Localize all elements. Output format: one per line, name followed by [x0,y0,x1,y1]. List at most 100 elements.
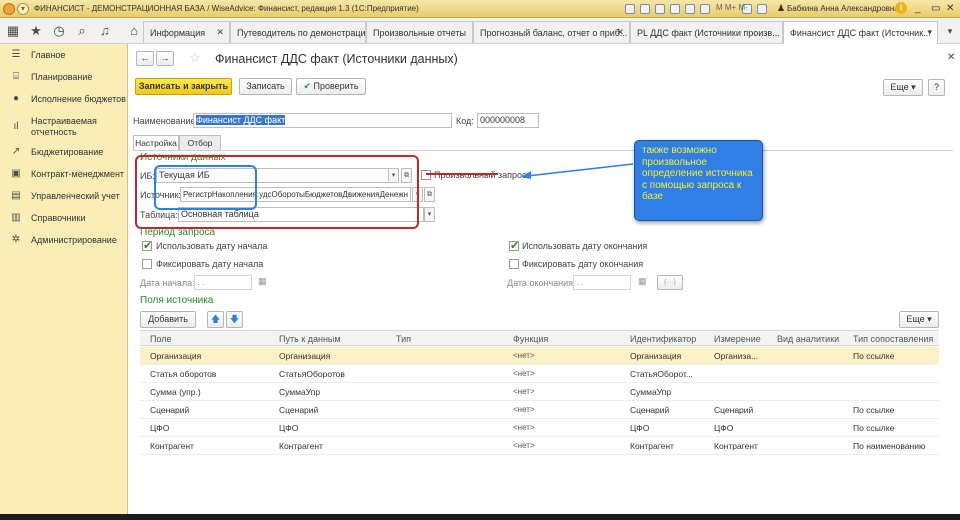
source-open-icon[interactable]: ⧉ [424,187,435,202]
table-icon[interactable] [700,4,710,14]
memory-buttons[interactable]: M M+ M- [716,3,748,12]
check-button[interactable]: ✔ Проверить [296,78,366,95]
table-cell[interactable]: ЦФО [150,423,270,433]
tabs-dropdown-icon[interactable]: ▾ [940,22,960,40]
table-cell[interactable]: Организа... [714,351,774,361]
link-icon[interactable] [670,4,680,14]
star-icon[interactable] [685,4,695,14]
user-name[interactable]: Бабкина Анна Александровна [787,4,899,13]
column-header[interactable]: Измерение [714,334,761,344]
table-row[interactable]: Сумма (упр.) СуммаУпр <нет> СуммаУпр [140,383,939,401]
tab-info[interactable]: Информация ✕ [143,21,230,43]
table-cell[interactable]: Контрагент [279,441,389,451]
more-button[interactable]: Еще ▾ [883,79,923,96]
mail-icon[interactable] [655,4,665,14]
print-icon[interactable] [640,4,650,14]
start-date-field[interactable]: . . [194,275,252,290]
table-row[interactable]: Организация Организация <нет> Организация Ор… [140,347,939,365]
table-cell[interactable]: ЦФО [279,423,389,433]
table-cell[interactable]: По ссылке [853,423,939,433]
table-cell[interactable]: СуммаУпр [630,387,708,397]
table-cell[interactable]: Организация [279,351,389,361]
doc-icon[interactable] [625,4,635,14]
close-form-icon[interactable]: ✕ [947,52,955,63]
use-start-checkbox[interactable] [142,239,152,252]
column-header[interactable]: Поле [150,334,172,344]
home-icon[interactable]: ⌂ [124,22,144,40]
table-cell[interactable]: <нет> [513,387,623,396]
table-cell[interactable]: По наименованию [853,441,939,451]
forward-arrow-icon[interactable]: → [156,51,174,66]
period-select-button[interactable]: (···) [657,275,683,290]
fields-more-button[interactable]: Еще ▾ [899,311,939,328]
main-menu-icon[interactable]: ▾ [17,3,29,15]
table-row[interactable]: Контрагент Контрагент <нет> Контрагент Контр… [140,437,939,455]
table-cell[interactable]: СуммаУпр [279,387,389,397]
tab-menu-icon[interactable]: ▾ [927,27,932,38]
move-down-icon[interactable]: 🡇 [226,311,243,328]
table-cell[interactable]: <нет> [513,351,623,360]
column-header[interactable]: Путь к данным [279,334,341,344]
table-row[interactable]: Статья оборотов СтатьяОборотов <нет> Статья… [140,365,939,383]
column-header[interactable]: Идентификатор [630,334,696,344]
table-cell[interactable]: <нет> [513,423,623,432]
table-cell[interactable]: ЦФО [714,423,774,433]
name-field[interactable]: Финансист ДДС факт [193,113,452,128]
history-icon[interactable]: ◷ [49,22,69,40]
subtab-settings[interactable]: Настройка [133,135,179,150]
sidebar-item-reporting[interactable]: ıl Настраиваемая отчетность [0,115,128,137]
table-cell[interactable]: Сценарий [150,405,270,415]
calendar-icon[interactable]: ▦ [638,276,647,287]
table-cell[interactable]: Сценарий [279,405,389,415]
bell-icon[interactable]: ♫ [95,22,115,40]
close-tab-icon[interactable]: ✕ [616,27,624,38]
table-cell[interactable]: Организация [150,351,270,361]
column-header[interactable]: Функция [513,334,548,344]
add-button[interactable]: Добавить [140,311,196,328]
table-cell[interactable]: СтатьяОборотов [279,369,389,379]
table-cell[interactable]: Контрагент [714,441,774,451]
table-row[interactable]: Сценарий Сценарий <нет> Сценарий Сценарий По … [140,401,939,419]
use-end-checkbox[interactable] [509,239,519,252]
table-cell[interactable]: Статья оборотов [150,369,270,379]
column-header[interactable]: Вид аналитики [777,334,839,344]
table-cell[interactable]: Организация [630,351,708,361]
help-button[interactable]: ? [928,79,945,96]
search-icon[interactable]: ⌕ [72,22,92,40]
save-button[interactable]: Записать [239,78,292,95]
tab-pl-dds[interactable]: PL ДДС факт (Источники произв... [630,21,783,43]
tab-custom-reports[interactable]: Произвольные отчеты [366,21,473,43]
close-window-button[interactable]: ✕ [946,3,954,15]
table-cell[interactable]: ЦФО [630,423,708,433]
star-icon[interactable]: ★ [26,22,46,40]
maximize-button[interactable]: ▭ [931,3,940,15]
table-dropdown-icon[interactable]: ▾ [424,207,435,222]
table-cell[interactable]: <нет> [513,369,623,378]
tab-active-form[interactable]: Финансист ДДС факт (Источник... ▾ [783,21,938,45]
fix-start-checkbox[interactable] [142,259,152,269]
code-field[interactable]: 000000008 [477,113,539,128]
fix-end-checkbox[interactable] [509,259,519,269]
save-close-button[interactable]: Записать и закрыть [135,78,232,95]
panel-icon[interactable] [757,4,767,14]
table-cell[interactable]: Сценарий [630,405,708,415]
move-up-icon[interactable]: 🡅 [207,311,224,328]
table-cell[interactable]: По ссылке [853,351,939,361]
table-cell[interactable]: Контрагент [150,441,270,451]
tab-forecast[interactable]: Прогнозный баланс, отчет о приб... ✕ [473,21,630,43]
info-icon[interactable]: i [895,2,907,14]
table-cell[interactable]: <нет> [513,405,623,414]
tab-guide[interactable]: Путеводитель по демонстрацион... [230,21,366,43]
table-cell[interactable]: Сценарий [714,405,774,415]
grid-icon[interactable]: ▦ [3,22,23,40]
table-cell[interactable]: <нет> [513,441,623,450]
subtab-filter[interactable]: Отбор [179,135,221,150]
minimize-button[interactable]: _ [915,3,921,15]
column-header[interactable]: Тип [396,334,411,344]
table-cell[interactable]: По ссылке [853,405,939,415]
favorite-star-icon[interactable]: ☆ [189,50,201,66]
end-date-field[interactable]: . . [573,275,631,290]
table-cell[interactable]: Контрагент [630,441,708,451]
calendar-icon[interactable]: ▦ [258,276,267,287]
table-cell[interactable]: СтатьяОборот... [630,369,708,379]
